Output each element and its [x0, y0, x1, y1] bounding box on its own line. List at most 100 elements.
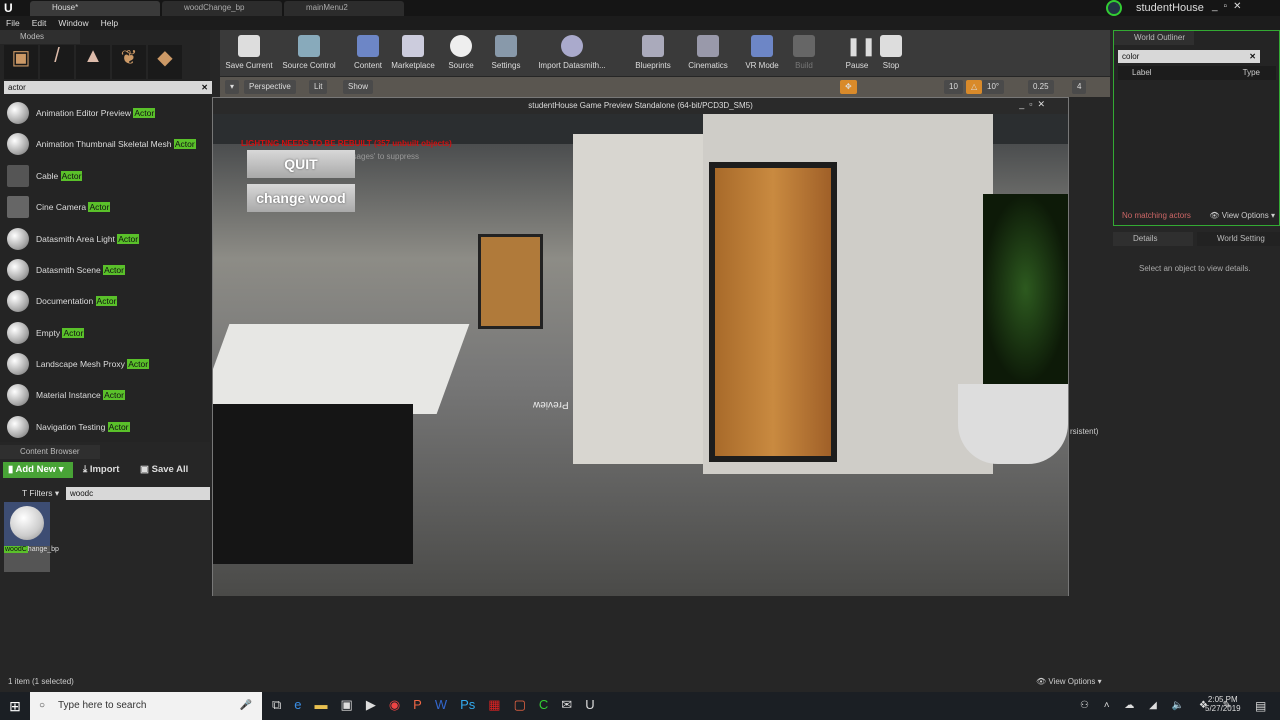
outliner-search-input[interactable]: color ✕ [1118, 50, 1260, 63]
save-current-button[interactable]: Save Current [224, 32, 274, 74]
camtasia-icon[interactable]: C [539, 697, 548, 713]
windows-start-icon[interactable]: ⊞ [0, 692, 30, 720]
file-explorer-icon[interactable]: ▬ [315, 697, 328, 713]
settings-button[interactable]: Settings [488, 32, 524, 74]
list-item[interactable]: Animation Thumbnail Skeletal Mesh Actor [0, 128, 208, 159]
lit-button[interactable]: Lit [309, 80, 328, 94]
game-window-title: studentHouse Game Preview Standalone (64… [213, 98, 1068, 114]
title-bar: U House* woodChange_bp mainMenu2 student… [0, 0, 1280, 16]
world-settings-tab[interactable]: World Setting [1197, 232, 1280, 246]
quit-button[interactable]: QUIT [247, 150, 355, 178]
tab-mainmenu2[interactable]: mainMenu2 [284, 1, 404, 16]
content-browser: Content Browser ▮ Add New ▾ ⤓ Import ▣ S… [0, 445, 210, 690]
add-new-button[interactable]: ▮ Add New ▾ [3, 462, 73, 478]
powerpoint-icon[interactable]: P [413, 697, 422, 713]
list-item[interactable]: Navigation Testing Actor [0, 411, 208, 442]
rotation-snap-icon[interactable]: △ [966, 80, 983, 94]
viewport-menu-button[interactable]: ▾ [225, 80, 240, 94]
persistent-level-text: rsistent) [1070, 427, 1099, 436]
list-item[interactable]: Animation Editor Preview Actor [0, 97, 208, 128]
chrome-icon[interactable]: ◉ [389, 697, 400, 713]
landscape-mode-icon[interactable]: ▲ [76, 45, 110, 79]
source-button[interactable]: Source [444, 32, 478, 74]
list-item[interactable]: Datasmith Area Light Actor [0, 223, 208, 254]
tab-woodchange-bp[interactable]: woodChange_bp [162, 1, 282, 16]
camera-speed-value[interactable]: 4 [1072, 80, 1087, 94]
photoshop-icon[interactable]: Ps [460, 697, 475, 713]
type-column[interactable]: Type [1243, 66, 1260, 80]
marketplace-button[interactable]: Marketplace [388, 32, 438, 74]
media-icon[interactable]: ▶ [366, 697, 376, 713]
list-item[interactable]: Cine Camera Actor [0, 191, 208, 222]
details-tab[interactable]: Details [1113, 232, 1193, 246]
scale-snap-value[interactable]: 0.25 [1028, 80, 1054, 94]
world-outliner-tab[interactable]: World Outliner [1114, 31, 1194, 45]
grid-snap-value[interactable]: 10 [944, 80, 963, 94]
show-button[interactable]: Show [343, 80, 374, 94]
clear-icon[interactable]: ✕ [1249, 50, 1256, 63]
menu-file[interactable]: File [6, 18, 20, 28]
pinned-apps: ⧉ e ▬ ▣ ▶ ◉ P W Ps ▦ ▢ C ✉ U [272, 697, 595, 713]
notifications-icon[interactable]: ▤ [1255, 699, 1266, 713]
place-mode-icon[interactable]: ▣ [4, 45, 38, 79]
actor-icon [7, 102, 29, 124]
window-controls[interactable]: _▫✕ [1212, 1, 1248, 12]
content-search-input[interactable]: woodc [66, 487, 210, 500]
game-window-controls[interactable]: _▫✕ [1019, 99, 1050, 110]
modes-search-input[interactable]: actor ✕ [4, 81, 212, 94]
word-icon[interactable]: W [435, 697, 447, 713]
wall [573, 134, 713, 464]
store-icon[interactable]: ▣ [341, 697, 353, 713]
rotation-snap-value[interactable]: 10° [982, 80, 1005, 94]
blueprints-button[interactable]: Blueprints [632, 32, 674, 74]
list-item[interactable]: Documentation Actor [0, 285, 208, 316]
translate-icon[interactable]: ✥ [840, 80, 857, 94]
menu-window[interactable]: Window [58, 18, 88, 28]
app-icon[interactable]: ▦ [488, 697, 500, 713]
unreal-taskbar-icon[interactable]: U [585, 697, 594, 713]
build-button[interactable]: Build [790, 32, 818, 74]
save-all-button[interactable]: ▣ Save All [140, 462, 188, 478]
clear-icon[interactable]: ✕ [201, 81, 208, 94]
content-button[interactable]: Content [350, 32, 386, 74]
unreal-logo-icon: U [4, 1, 13, 15]
tab-house[interactable]: House* [30, 1, 160, 16]
cinematics-button[interactable]: Cinematics [686, 32, 730, 74]
clock[interactable]: 2:05 PM 5/27/2019 [1205, 695, 1241, 713]
perspective-button[interactable]: Perspective [244, 80, 296, 94]
list-item[interactable]: Empty Actor [0, 317, 208, 348]
import-datasmith-button[interactable]: Import Datasmith... [536, 32, 608, 74]
app-icon[interactable]: ▢ [514, 697, 526, 713]
paint-mode-icon[interactable]: / [40, 45, 74, 79]
modes-tab[interactable]: Modes [0, 30, 80, 44]
content-view-options[interactable]: 👁 View Options ▾ [1036, 677, 1102, 686]
list-item[interactable]: Datasmith Scene Actor [0, 254, 208, 285]
menu-edit[interactable]: Edit [32, 18, 47, 28]
mail-icon[interactable]: ✉ [561, 697, 572, 713]
content-browser-tab[interactable]: Content Browser [0, 445, 100, 459]
source-control-button[interactable]: Source Control [280, 32, 338, 74]
list-item[interactable]: Material Instance Actor [0, 379, 208, 410]
lighting-warning: LIGHTING NEEDS TO BE REBUILT (357 unbuil… [241, 139, 452, 148]
filters-button[interactable]: T Filters ▾ [22, 488, 59, 499]
list-item[interactable]: Landscape Mesh Proxy Actor [0, 348, 208, 379]
pause-button[interactable]: ❚❚ Pause [842, 32, 877, 74]
menu-help[interactable]: Help [101, 18, 118, 28]
asset-tile[interactable]: woodChange_bp [4, 502, 59, 572]
list-item[interactable]: Cable Actor [0, 160, 208, 191]
task-view-icon[interactable]: ⧉ [272, 697, 281, 713]
taskbar-search-input[interactable]: ○ Type here to search 🎤 [30, 692, 262, 720]
wooden-door [709, 162, 837, 462]
camera-icon [7, 196, 29, 218]
stop-button[interactable]: Stop [878, 32, 904, 74]
import-button[interactable]: ⤓ Import [83, 462, 119, 478]
vr-mode-button[interactable]: VR Mode [744, 32, 780, 74]
edge-icon[interactable]: e [294, 697, 301, 713]
change-wood-button[interactable]: change wood [247, 184, 355, 212]
geometry-mode-icon[interactable]: ◆ [148, 45, 182, 79]
game-viewport[interactable]: Preview LIGHTING NEEDS TO BE REBUILT (35… [213, 114, 1068, 596]
foliage-mode-icon[interactable]: ❦ [112, 45, 146, 79]
planter [958, 384, 1068, 464]
label-column[interactable]: Label [1132, 68, 1152, 77]
outliner-view-options[interactable]: 👁 View Options ▾ [1209, 211, 1275, 220]
